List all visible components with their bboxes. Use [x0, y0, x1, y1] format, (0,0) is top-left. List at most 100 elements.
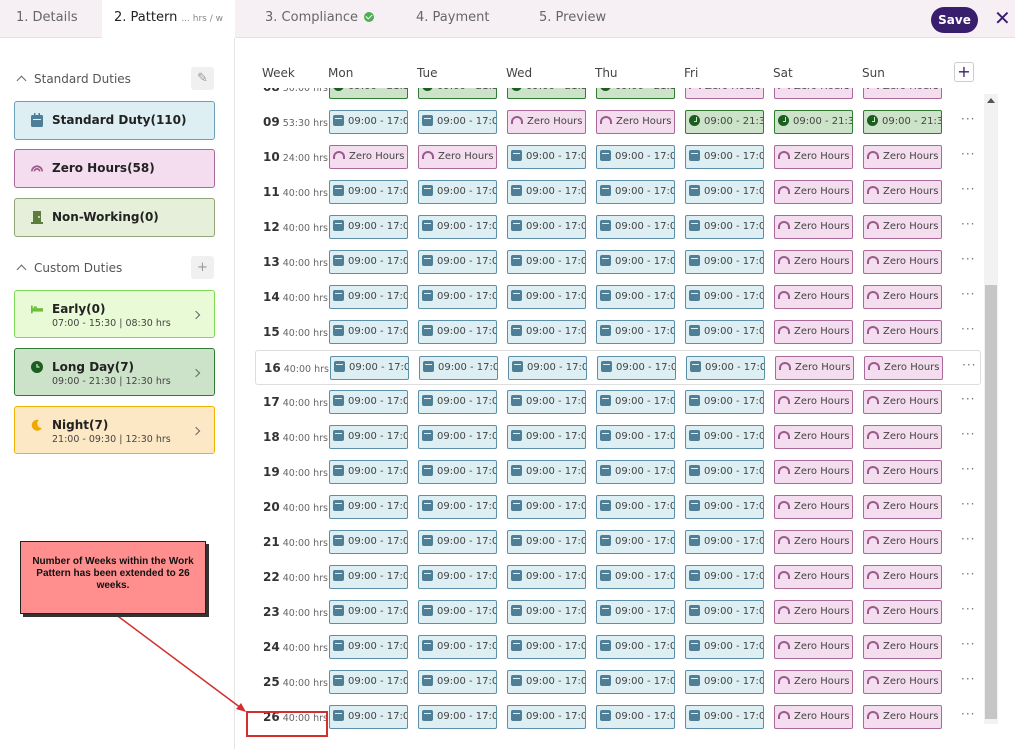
duty-cell[interactable]: Zero Hours	[863, 705, 942, 729]
tab-pattern[interactable]: 2. Pattern... hrs / w	[102, 0, 235, 39]
duty-cell[interactable]: Zero Hours	[863, 600, 942, 624]
close-icon[interactable]: ✕	[994, 7, 1015, 31]
duty-cell[interactable]: 09:00 - 17:00	[507, 565, 586, 589]
duty-cell[interactable]: Zero Hours	[863, 670, 942, 694]
duty-cell[interactable]: 09:00 - 17:00	[685, 320, 764, 344]
duty-cell[interactable]: 09:00 - 17:00	[329, 425, 408, 449]
row-menu-icon[interactable]: ···	[961, 392, 975, 406]
duty-cell[interactable]: Zero Hours	[863, 285, 942, 309]
row-menu-icon[interactable]: ···	[961, 112, 975, 126]
duty-cell[interactable]: 09:00 - 17:00	[596, 670, 675, 694]
duty-cell[interactable]: Zero Hours	[685, 88, 764, 99]
row-menu-icon[interactable]: ···	[961, 322, 975, 336]
row-menu-icon[interactable]: ···	[961, 217, 975, 231]
row-menu-icon[interactable]: ···	[961, 88, 975, 91]
duty-cell[interactable]: Zero Hours	[774, 390, 853, 414]
duty-cell[interactable]: 09:00 - 17:00	[685, 600, 764, 624]
duty-night[interactable]: Night(7) 21:00 - 09:30 | 12:30 hrs	[14, 406, 215, 454]
duty-long-day[interactable]: Long Day(7) 09:00 - 21:30 | 12:30 hrs	[14, 348, 215, 396]
duty-cell[interactable]: 09:00 - 17:00	[329, 530, 408, 554]
duty-cell[interactable]: 09:00 - 17:00	[596, 145, 675, 169]
duty-cell[interactable]: 09:00 - 17:00	[418, 390, 497, 414]
duty-cell[interactable]: 09:00 - 17:00	[419, 356, 498, 380]
duty-cell[interactable]: 09:00 - 17:00	[685, 215, 764, 239]
duty-cell[interactable]: 09:00 - 21:30	[774, 110, 853, 134]
duty-cell[interactable]: Zero Hours	[775, 356, 854, 380]
duty-cell[interactable]: 09:00 - 17:00	[418, 460, 497, 484]
duty-cell[interactable]: 09:00 - 17:00	[685, 460, 764, 484]
duty-cell[interactable]: Zero Hours	[418, 145, 497, 169]
duty-cell[interactable]: Zero Hours	[774, 250, 853, 274]
duty-cell[interactable]: 09:00 - 17:00	[507, 145, 586, 169]
tab-compliance[interactable]: 3. Compliance	[265, 0, 375, 38]
duty-cell[interactable]: 09:00 - 17:00	[685, 285, 764, 309]
duty-cell[interactable]: 09:00 - 17:00	[596, 635, 675, 659]
duty-cell[interactable]: Zero Hours	[774, 530, 853, 554]
duty-cell[interactable]: 09:00 - 17:00	[685, 705, 764, 729]
duty-cell[interactable]: Zero Hours	[329, 145, 408, 169]
duty-cell[interactable]: 09:00 - 17:00	[507, 425, 586, 449]
duty-cell[interactable]: 09:00 - 17:00	[329, 705, 408, 729]
duty-cell[interactable]: 09:00 - 17:00	[418, 110, 497, 134]
duty-cell[interactable]: 09:00 - 21:30	[863, 110, 942, 134]
duty-cell[interactable]: Zero Hours	[774, 600, 853, 624]
row-menu-icon[interactable]: ···	[961, 147, 975, 161]
duty-cell[interactable]: Zero Hours	[863, 530, 942, 554]
duty-cell[interactable]: 09:00 - 17:00	[507, 390, 586, 414]
duty-cell[interactable]: 09:00 - 17:00	[507, 495, 586, 519]
duty-cell[interactable]: 09:00 - 17:00	[418, 530, 497, 554]
duty-cell[interactable]: Zero Hours	[863, 495, 942, 519]
duty-cell[interactable]: 09:00 - 17:00	[418, 215, 497, 239]
duty-cell[interactable]: Zero Hours	[774, 88, 853, 99]
duty-cell[interactable]: 09:00 - 17:00	[685, 635, 764, 659]
tab-details[interactable]: 1. Details	[16, 0, 78, 38]
duty-cell[interactable]: 09:00 - 17:00	[329, 320, 408, 344]
duty-cell[interactable]: 09:00 - 17:00	[418, 600, 497, 624]
duty-cell[interactable]: 09:00 - 17:00	[507, 215, 586, 239]
duty-cell[interactable]: 09:00 - 17:00	[329, 565, 408, 589]
duty-cell[interactable]: 09:00 - 17:00	[596, 320, 675, 344]
duty-cell[interactable]: 09:00 - 17:00	[418, 495, 497, 519]
duty-cell[interactable]: 09:00 - 17:00	[596, 495, 675, 519]
duty-cell[interactable]: 09:00 - 17:00	[507, 180, 586, 204]
tab-payment[interactable]: 4. Payment	[416, 0, 489, 38]
duty-cell[interactable]: 09:00 - 17:00	[597, 356, 676, 380]
row-menu-icon[interactable]: ···	[961, 252, 975, 266]
duty-cell[interactable]: 09:00 - 17:00	[685, 425, 764, 449]
duty-cell[interactable]: 09:00 - 17:00	[507, 320, 586, 344]
duty-cell[interactable]: 09:00 - 17:00	[507, 635, 586, 659]
save-button[interactable]: Save	[931, 7, 978, 33]
duty-cell[interactable]: 09:00 - 17:00	[596, 215, 675, 239]
row-menu-icon[interactable]: ···	[962, 358, 976, 372]
row-menu-icon[interactable]: ···	[961, 462, 975, 476]
duty-cell[interactable]: 09:00 - 17:00	[685, 390, 764, 414]
duty-cell[interactable]: Zero Hours	[863, 88, 942, 99]
duty-cell[interactable]: 09:00 - 17:00	[596, 565, 675, 589]
row-menu-icon[interactable]: ···	[961, 707, 975, 721]
duty-cell[interactable]: 09:00 - 17:00	[507, 600, 586, 624]
duty-cell[interactable]: 09:00 - 17:00	[596, 425, 675, 449]
duty-cell[interactable]: 09:00 - 17:00	[329, 495, 408, 519]
duty-cell[interactable]: 09:00 - 17:00	[329, 600, 408, 624]
row-menu-icon[interactable]: ···	[961, 602, 975, 616]
duty-cell[interactable]: 09:00 - 17:00	[329, 635, 408, 659]
duty-cell[interactable]: Zero Hours	[774, 460, 853, 484]
custom-duties-header[interactable]: Custom Duties	[16, 261, 122, 275]
add-custom-duty-button[interactable]: +	[191, 256, 214, 279]
row-menu-icon[interactable]: ···	[961, 532, 975, 546]
duty-cell[interactable]: 09:00 - 21:30	[329, 88, 408, 99]
row-menu-icon[interactable]: ···	[961, 637, 975, 651]
duty-cell[interactable]: 09:00 - 17:00	[418, 670, 497, 694]
duty-cell[interactable]: 09:00 - 17:00	[507, 250, 586, 274]
duty-cell[interactable]: Zero Hours	[774, 180, 853, 204]
duty-cell[interactable]: Zero Hours	[864, 356, 943, 380]
duty-cell[interactable]: 09:00 - 17:00	[507, 670, 586, 694]
duty-cell[interactable]: 09:00 - 17:00	[329, 215, 408, 239]
duty-cell[interactable]: 09:00 - 17:00	[685, 565, 764, 589]
standard-duties-header[interactable]: Standard Duties	[16, 72, 131, 86]
duty-cell[interactable]: 09:00 - 17:00	[596, 285, 675, 309]
duty-cell[interactable]: Zero Hours	[863, 635, 942, 659]
duty-cell[interactable]: 09:00 - 17:00	[686, 356, 765, 380]
duty-cell[interactable]: 09:00 - 17:00	[596, 600, 675, 624]
duty-cell[interactable]: 09:00 - 17:00	[329, 670, 408, 694]
